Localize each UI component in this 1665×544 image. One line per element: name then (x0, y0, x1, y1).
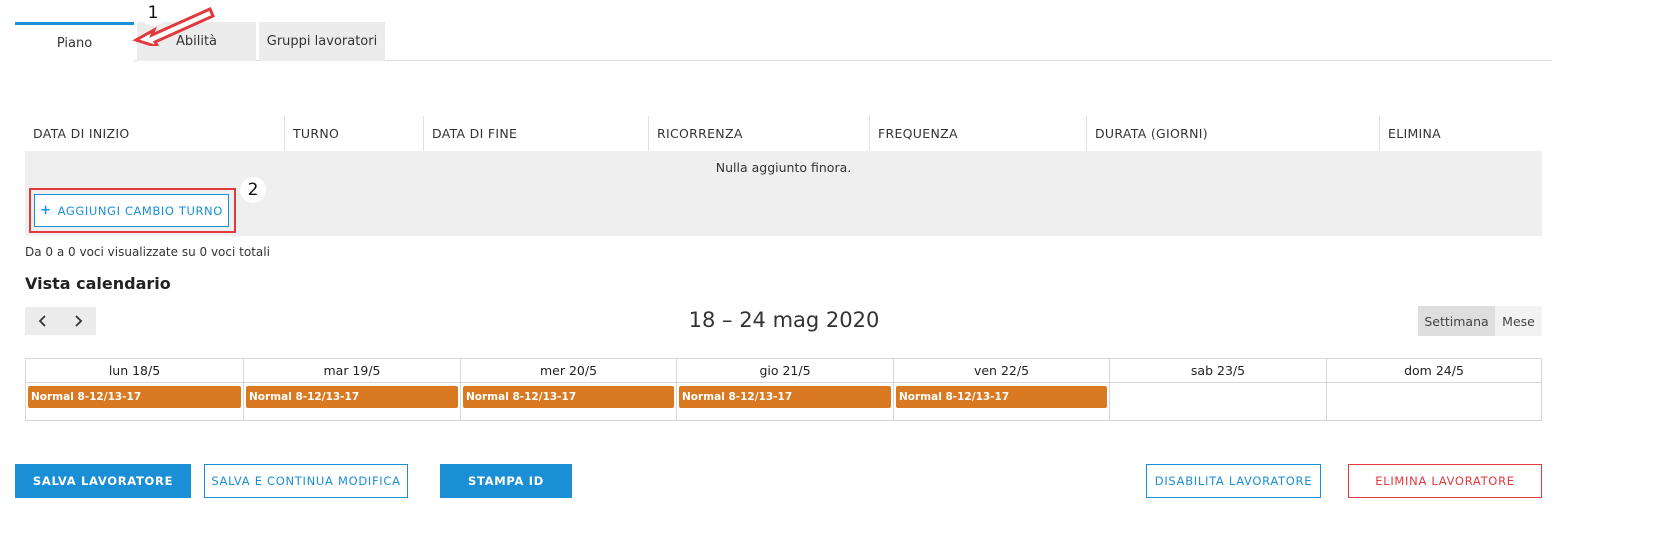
calendar-week-grid: lun 18/5 Normal 8-12/13-17 mar 19/5 Norm… (25, 358, 1542, 421)
calendar-day-header: sab 23/5 (1110, 359, 1326, 383)
table-header: DATA DI INIZIO TURNO DATA DI FINE RICORR… (25, 116, 1542, 152)
plus-icon: + (40, 203, 52, 218)
calendar-view-toggle: Settimana Mese (1418, 306, 1542, 336)
calendar-day-column: ven 22/5 Normal 8-12/13-17 (893, 359, 1109, 420)
column-header-ricorrenza[interactable]: RICORRENZA (648, 116, 869, 151)
empty-table-message: Nulla aggiunto finora. (715, 160, 852, 175)
calendar-day-header: mar 19/5 (244, 359, 460, 383)
save-worker-button[interactable]: SALVA LAVORATORE (15, 464, 191, 498)
arrow-annotation-icon (132, 7, 215, 46)
tab-gruppi-lavoratori[interactable]: Gruppi lavoratori (259, 22, 385, 61)
calendar-date-range: 18 – 24 mag 2020 (688, 308, 880, 332)
calendar-day-column: mar 19/5 Normal 8-12/13-17 (243, 359, 460, 420)
calendar-day-column: dom 24/5 (1326, 359, 1541, 420)
column-header-turno[interactable]: TURNO (284, 116, 423, 151)
save-continue-button[interactable]: SALVA E CONTINUA MODIFICA (204, 464, 408, 498)
calendar-day-column: lun 18/5 Normal 8-12/13-17 (26, 359, 243, 420)
add-shift-change-label: AGGIUNGI CAMBIO TURNO (57, 203, 223, 218)
shift-event[interactable]: Normal 8-12/13-17 (463, 386, 674, 408)
calendar-day-header: lun 18/5 (26, 359, 243, 383)
view-week-button[interactable]: Settimana (1418, 306, 1495, 336)
shift-event[interactable]: Normal 8-12/13-17 (246, 386, 458, 408)
calendar-day-header: mer 20/5 (461, 359, 676, 383)
view-month-button[interactable]: Mese (1495, 306, 1542, 336)
column-header-durata[interactable]: DURATA (GIORNI) (1086, 116, 1379, 151)
column-header-data-inizio[interactable]: DATA DI INIZIO (25, 116, 284, 151)
column-header-frequenza[interactable]: FREQUENZA (869, 116, 1086, 151)
tab-piano[interactable]: Piano (15, 22, 134, 62)
calendar-day-column: mer 20/5 Normal 8-12/13-17 (460, 359, 676, 420)
calendar-day-header: ven 22/5 (894, 359, 1109, 383)
shift-event[interactable]: Normal 8-12/13-17 (679, 386, 891, 408)
add-shift-change-button[interactable]: + AGGIUNGI CAMBIO TURNO (34, 194, 229, 227)
shift-event[interactable]: Normal 8-12/13-17 (28, 386, 241, 408)
print-id-button[interactable]: STAMPA ID (440, 464, 572, 498)
calendar-day-column: gio 21/5 Normal 8-12/13-17 (676, 359, 893, 420)
calendar-day-header: dom 24/5 (1327, 359, 1541, 383)
calendar-day-header: gio 21/5 (677, 359, 893, 383)
shift-event[interactable]: Normal 8-12/13-17 (896, 386, 1107, 408)
calendar-section-title: Vista calendario (25, 274, 171, 293)
annotation-badge-2: 2 (240, 177, 266, 203)
column-header-data-fine[interactable]: DATA DI FINE (423, 116, 648, 151)
calendar-day-column: sab 23/5 (1109, 359, 1326, 420)
column-header-elimina[interactable]: ELIMINA (1379, 116, 1542, 151)
delete-worker-button[interactable]: ELIMINA LAVORATORE (1348, 464, 1542, 498)
pagination-summary: Da 0 a 0 voci visualizzate su 0 voci tot… (25, 245, 270, 259)
disable-worker-button[interactable]: DISABILITA LAVORATORE (1146, 464, 1321, 498)
